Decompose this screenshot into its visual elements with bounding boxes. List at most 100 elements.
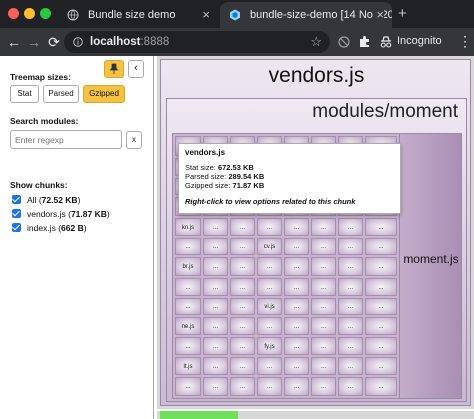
locale-module[interactable]: ... <box>203 238 228 255</box>
chunk-index-checkbox[interactable] <box>12 223 21 232</box>
locale-module[interactable]: ... <box>284 238 309 255</box>
locale-module[interactable]: ... <box>230 357 255 375</box>
extensions-puzzle-icon[interactable] <box>358 35 371 48</box>
minimize-window-icon[interactable] <box>24 8 35 19</box>
locale-module[interactable]: ... <box>175 377 201 396</box>
locale-module[interactable]: ... <box>203 218 228 236</box>
locale-module[interactable]: ... <box>257 357 282 375</box>
locale-module[interactable]: cv.js <box>257 238 282 255</box>
locale-module[interactable]: ... <box>230 257 255 276</box>
extension-blocked-icon[interactable] <box>338 36 350 48</box>
locale-module[interactable]: ... <box>257 257 282 276</box>
vendors-chunk[interactable]: vendors.js modules/moment ru.js.*$uk.jsh… <box>160 59 471 406</box>
locale-module[interactable]: ... <box>338 357 363 375</box>
locale-module[interactable]: ... <box>230 238 255 255</box>
chrome-menu-icon[interactable]: ⋮ <box>458 33 472 50</box>
search-input[interactable] <box>10 130 122 149</box>
locale-module[interactable]: ... <box>257 218 282 236</box>
locale-module[interactable]: ... <box>203 298 228 315</box>
index-chunk-tile[interactable] <box>160 411 238 419</box>
close-tab-icon[interactable]: × <box>373 2 384 28</box>
maximize-window-icon[interactable] <box>40 8 51 19</box>
locale-module[interactable]: ... <box>365 377 397 396</box>
info-icon[interactable] <box>73 36 83 48</box>
chunk-all-label[interactable]: All (72.52 KB) <box>27 195 80 205</box>
locale-module[interactable]: ... <box>203 278 228 296</box>
locale-module[interactable]: ... <box>175 337 201 355</box>
locale-module[interactable]: ... <box>338 337 363 355</box>
locale-module[interactable]: ... <box>175 238 201 255</box>
size-parsed-button[interactable]: Parsed <box>43 85 79 103</box>
locale-module[interactable]: ... <box>284 337 309 355</box>
incognito-icon[interactable] <box>379 35 393 49</box>
locale-module[interactable]: ... <box>175 278 201 296</box>
locale-module[interactable]: ... <box>365 238 397 255</box>
locale-module[interactable]: ... <box>365 298 397 315</box>
bookmark-star-icon[interactable]: ☆ <box>310 31 322 53</box>
locale-module[interactable]: ... <box>230 298 255 315</box>
locale-module[interactable]: ... <box>311 278 336 296</box>
locale-module[interactable]: ... <box>175 298 201 315</box>
locale-module[interactable]: ... <box>311 377 336 396</box>
locale-module[interactable]: ... <box>338 278 363 296</box>
locale-module[interactable]: br.js <box>175 257 201 276</box>
locale-module[interactable]: ... <box>284 278 309 296</box>
forward-button[interactable]: → <box>24 32 44 52</box>
locale-module[interactable]: ... <box>284 218 309 236</box>
size-stat-button[interactable]: Stat <box>10 85 39 103</box>
locale-module[interactable]: ... <box>365 278 397 296</box>
chunk-all-checkbox[interactable] <box>12 195 21 204</box>
locale-module[interactable]: ... <box>203 317 228 335</box>
locale-module[interactable]: ... <box>284 357 309 375</box>
locale-module[interactable]: fy.js <box>257 337 282 355</box>
tab-bundle-size-demo[interactable]: Bundle size demo × <box>58 2 218 28</box>
tab-bundle-size-report[interactable]: bundle-size-demo [14 Nov 20 × <box>220 2 392 28</box>
locale-module[interactable]: ... <box>338 377 363 396</box>
locale-module[interactable]: ... <box>311 337 336 355</box>
profile-label[interactable]: Incognito <box>397 35 442 47</box>
locale-module[interactable]: ... <box>284 377 309 396</box>
locale-module[interactable]: ... <box>257 377 282 396</box>
locale-module[interactable]: ... <box>311 357 336 375</box>
locale-module[interactable]: ... <box>230 337 255 355</box>
moment-js-module[interactable]: moment.js <box>399 134 461 398</box>
locale-module[interactable]: ... <box>203 257 228 276</box>
locale-module[interactable]: ... <box>230 377 255 396</box>
pin-sidebar-button[interactable] <box>104 60 124 78</box>
new-tab-button[interactable]: + <box>398 5 407 22</box>
locale-module[interactable]: ... <box>203 337 228 355</box>
locale-module[interactable]: lt.js <box>175 357 201 375</box>
locale-module[interactable]: ... <box>365 218 397 236</box>
locale-module[interactable]: kn.js <box>175 218 201 236</box>
close-window-icon[interactable] <box>8 8 19 19</box>
locale-module[interactable]: ne.js <box>175 317 201 335</box>
chunk-index-label[interactable]: index.js (662 B) <box>27 223 87 233</box>
locale-module[interactable]: ... <box>257 317 282 335</box>
locale-module[interactable]: vi.js <box>257 298 282 315</box>
size-gzipped-button[interactable]: Gzipped <box>83 85 125 103</box>
locale-module[interactable]: ... <box>365 257 397 276</box>
locale-module[interactable]: ... <box>284 317 309 335</box>
locale-module[interactable]: ... <box>338 218 363 236</box>
locale-module[interactable]: ... <box>365 317 397 335</box>
reload-button[interactable]: ⟳ <box>44 32 64 52</box>
locale-module[interactable]: ... <box>311 257 336 276</box>
locale-module[interactable]: ... <box>365 337 397 355</box>
locale-module[interactable]: ... <box>311 298 336 315</box>
collapse-sidebar-button[interactable]: ‹ <box>128 60 144 78</box>
locale-module[interactable]: ... <box>284 298 309 315</box>
locale-module[interactable]: ... <box>284 257 309 276</box>
locale-module[interactable]: ... <box>257 278 282 296</box>
locale-module[interactable]: ... <box>338 317 363 335</box>
locale-module[interactable]: ... <box>365 357 397 375</box>
locale-module[interactable]: ... <box>230 317 255 335</box>
locale-module[interactable]: ... <box>311 238 336 255</box>
back-button[interactable]: ← <box>4 32 24 52</box>
treemap[interactable]: vendors.js modules/moment ru.js.*$uk.jsh… <box>157 56 474 409</box>
address-bar[interactable]: localhost:8888 ☆ <box>64 31 330 53</box>
locale-module[interactable]: ... <box>203 377 228 396</box>
locale-module[interactable]: ... <box>338 238 363 255</box>
locale-module[interactable]: ... <box>311 218 336 236</box>
chunk-vendors-checkbox[interactable] <box>12 209 21 218</box>
locale-module[interactable]: ... <box>338 298 363 315</box>
